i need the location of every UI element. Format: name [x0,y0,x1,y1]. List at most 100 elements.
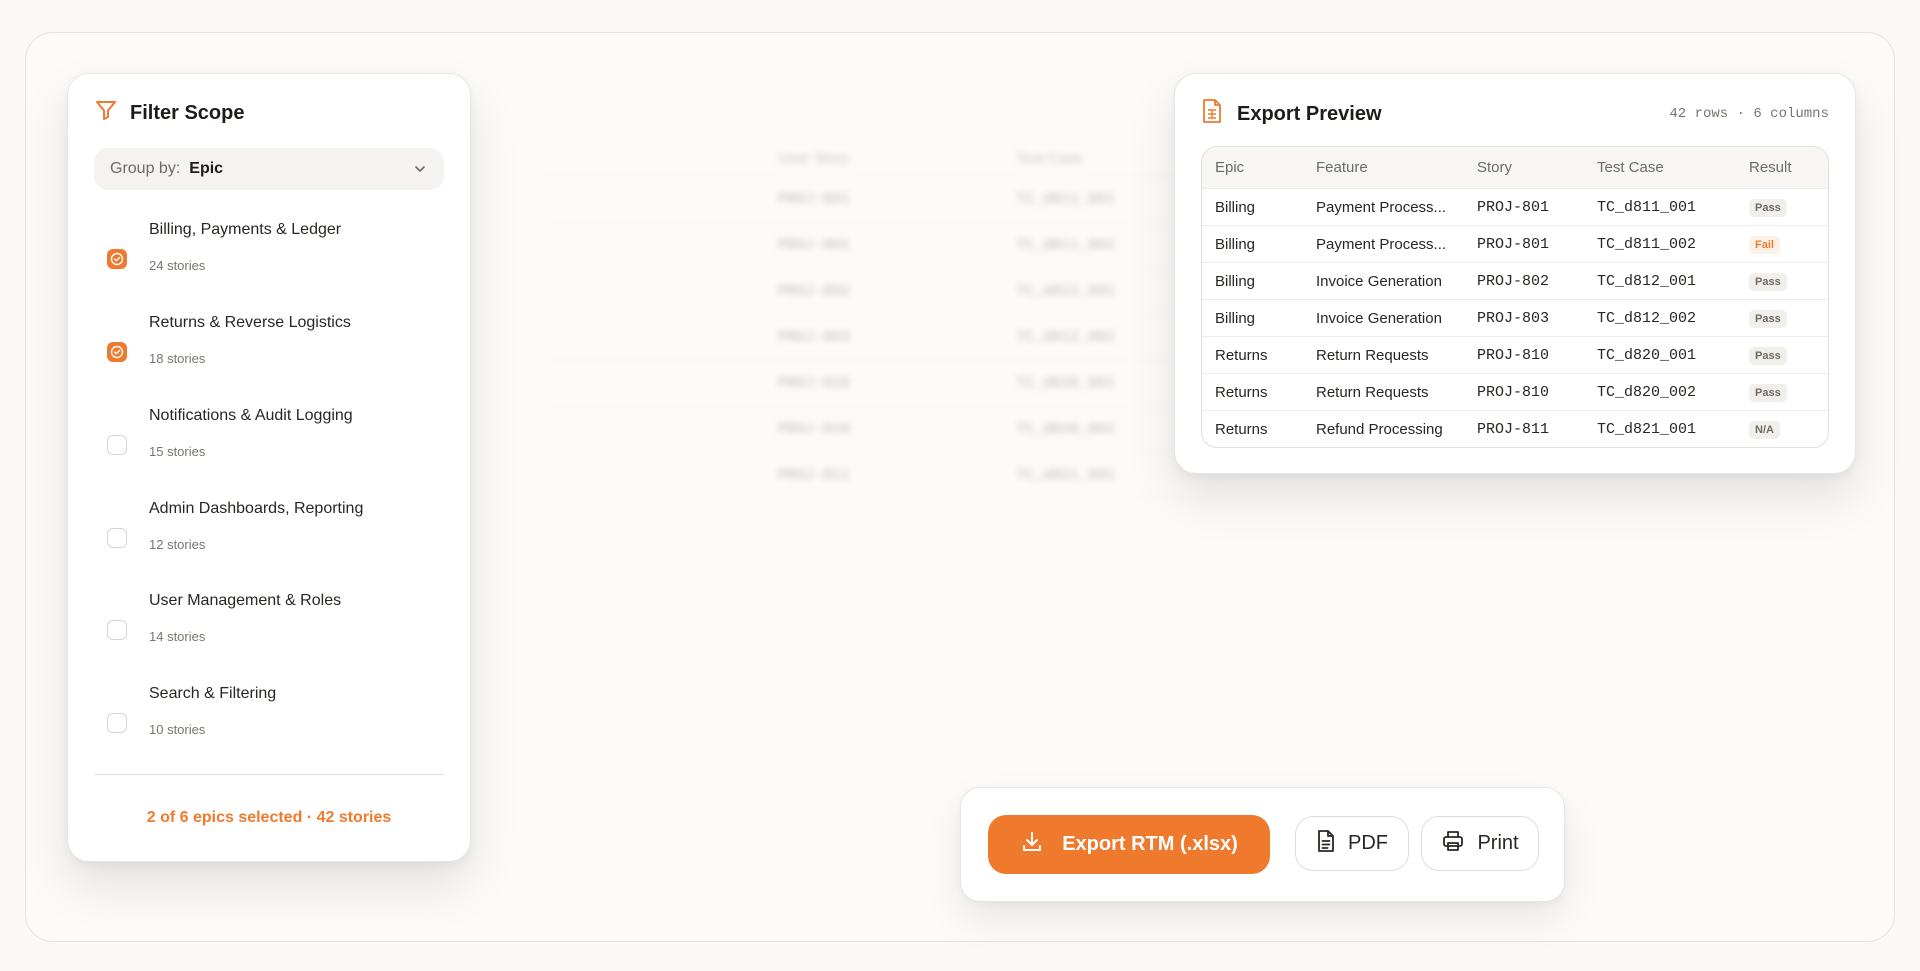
table-row: Returns Refund Processing PROJ-811 TC_d8… [1202,410,1828,447]
epic-option-billing[interactable]: Billing, Payments & Ledger 24 stories [94,221,444,301]
spreadsheet-file-icon [1201,98,1223,130]
cell-result: N/A [1736,420,1828,439]
result-badge-pass: Pass [1749,272,1787,291]
group-by-label: Group by: [110,160,181,177]
cell-result: Pass [1736,198,1828,217]
epic-name: Billing, Payments & Ledger [149,221,342,238]
export-preview-panel: Export Preview 42 rows · 6 columns Epic … [1174,73,1856,474]
download-icon [1020,830,1044,860]
cell-result: Pass [1736,383,1828,402]
epic-name: Returns & Reverse Logistics [149,314,351,331]
epic-checkbox-checked[interactable] [107,342,127,362]
cell-feature: Invoice Generation [1316,272,1442,290]
result-badge-pass: Pass [1749,383,1787,402]
filter-scope-panel: Filter Scope Group by: Epic Billing, Pay… [67,73,471,862]
cell-test-case: TC_d812_002 [1597,309,1697,327]
cell-epic: Returns [1215,420,1268,438]
group-by-value: Epic [189,160,224,177]
epic-story-count: 12 stories [149,537,206,552]
epic-story-count: 14 stories [149,629,206,644]
cell-story: PROJ-801 [1477,235,1550,253]
epic-story-count: 18 stories [149,351,206,366]
result-badge-pass: Pass [1749,309,1787,328]
epic-checkbox[interactable] [107,620,127,640]
epic-checkbox-checked[interactable] [107,249,127,269]
column-header-result: Result [1749,159,1792,176]
background-cell: PROJ-802 [778,283,851,300]
table-row: Billing Payment Process... PROJ-801 TC_d… [1202,188,1828,225]
cell-test-case: TC_d811_002 [1597,235,1697,253]
epic-checkbox[interactable] [107,528,127,548]
column-header-test-case: Test Case [1597,159,1664,176]
cell-feature: Payment Process... [1316,235,1447,253]
epic-checkbox[interactable] [107,435,127,455]
filter-divider [94,774,444,775]
export-preview-table: Epic Feature Story Test Case Result Bill… [1201,146,1829,448]
result-badge-fail: Fail [1749,235,1780,254]
cell-result: Pass [1736,346,1828,365]
column-header-feature: Feature [1316,159,1368,176]
epic-story-count: 15 stories [149,444,206,459]
cell-epic: Billing [1215,235,1256,253]
cell-story: PROJ-810 [1477,383,1550,401]
epic-option-admin-dashboards[interactable]: Admin Dashboards, Reporting 12 stories [94,500,444,580]
cell-test-case: TC_d812_001 [1597,272,1697,290]
group-by-select[interactable]: Group by: Epic [94,148,444,190]
cell-test-case: TC_d811_001 [1597,198,1697,216]
cell-test-case: TC_d820_002 [1597,383,1697,401]
cell-epic: Returns [1215,346,1268,364]
table-row: Billing Payment Process... PROJ-801 TC_d… [1202,225,1828,262]
background-header-user-story: User Story [778,149,849,167]
table-row: Returns Return Requests PROJ-810 TC_d820… [1202,373,1828,410]
pdf-button[interactable]: PDF [1295,816,1409,871]
print-label: Print [1477,832,1519,854]
epic-checkbox[interactable] [107,713,127,733]
filter-icon [94,98,118,128]
background-cell: PROJ-810 [778,421,851,438]
epic-name: Notifications & Audit Logging [149,407,353,424]
cell-story: PROJ-801 [1477,198,1550,216]
epic-name: User Management & Roles [149,592,342,609]
result-badge-pass: Pass [1749,198,1787,217]
export-rtm-button[interactable]: Export RTM (.xlsx) [988,815,1270,874]
cell-feature: Payment Process... [1316,198,1447,216]
cell-feature: Refund Processing [1316,420,1443,438]
epic-option-search-filtering[interactable]: Search & Filtering 10 stories [94,685,444,765]
cell-feature: Return Requests [1316,346,1429,364]
print-button[interactable]: Print [1421,816,1539,871]
column-header-story: Story [1477,159,1513,176]
epic-story-count: 10 stories [149,722,206,737]
column-header-epic: Epic [1215,159,1245,176]
filter-scope-title: Filter Scope [130,101,245,124]
export-preview-meta: 42 rows · 6 columns [1669,106,1829,122]
cell-story: PROJ-810 [1477,346,1550,364]
background-cell: PROJ-810 [778,375,851,392]
epic-option-notifications[interactable]: Notifications & Audit Logging 15 stories [94,407,444,487]
table-row: Billing Invoice Generation PROJ-802 TC_d… [1202,262,1828,299]
filter-scope-header: Filter Scope [94,98,244,128]
pdf-label: PDF [1348,832,1388,854]
background-cell: PROJ-803 [778,329,851,346]
printer-icon [1441,829,1465,859]
cell-feature: Invoice Generation [1316,309,1442,327]
export-action-bar: Export RTM (.xlsx) PDF Print [960,787,1565,902]
epic-option-user-management[interactable]: User Management & Roles 14 stories [94,592,444,672]
selection-summary: 2 of 6 epics selected · 42 stories [146,809,392,826]
epic-option-returns[interactable]: Returns & Reverse Logistics 18 stories [94,314,444,394]
cell-result: Fail [1736,235,1828,254]
table-row: Billing Invoice Generation PROJ-803 TC_d… [1202,299,1828,336]
table-row: Returns Return Requests PROJ-810 TC_d820… [1202,336,1828,373]
result-badge-pass: Pass [1749,346,1787,365]
cell-epic: Billing [1215,309,1256,327]
epic-name: Search & Filtering [149,685,277,702]
epic-story-count: 24 stories [149,258,206,273]
cell-test-case: TC_d821_001 [1597,420,1697,438]
cell-story: PROJ-803 [1477,309,1550,327]
cell-test-case: TC_d820_001 [1597,346,1697,364]
export-preview-header: Export Preview [1201,98,1382,130]
background-cell: PROJ-801 [778,237,851,254]
cell-epic: Billing [1215,198,1256,216]
table-header-row: Epic Feature Story Test Case Result [1202,147,1828,188]
background-cell: PROJ-801 [778,191,851,208]
document-icon [1316,829,1336,859]
